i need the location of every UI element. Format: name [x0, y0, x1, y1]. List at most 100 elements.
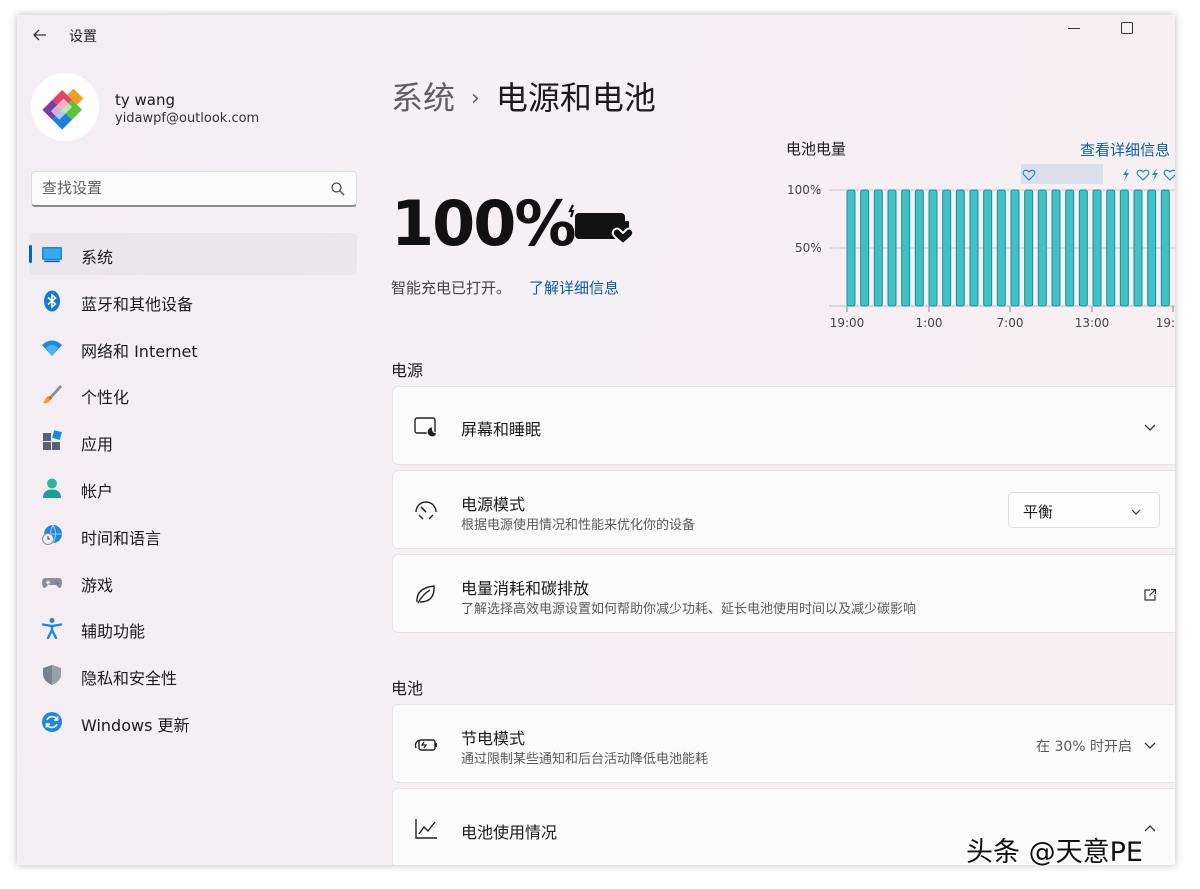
user-email: yidawpf@outlook.com [115, 111, 260, 126]
sidebar-item-label: 帐户 [81, 481, 114, 501]
chart-bar [1092, 189, 1102, 307]
sidebar-item-time-language[interactable]: 时间和语言 [29, 514, 357, 556]
y-tick-label: 100% [787, 183, 821, 197]
sidebar-item-label: 辅助功能 [81, 622, 146, 642]
search-box[interactable] [31, 171, 357, 207]
chart-bar [1051, 189, 1061, 307]
breadcrumb: 系统 › 电源和电池 [391, 73, 656, 119]
lightning-icon [1123, 168, 1129, 181]
sidebar-item-bluetooth[interactable]: 蓝牙和其他设备 [29, 280, 357, 322]
maximize-icon[interactable] [1117, 19, 1137, 39]
user-name: ty wang [115, 91, 176, 109]
avatar[interactable] [31, 73, 99, 141]
sidebar-item-gaming[interactable]: 游戏 [29, 561, 357, 603]
chart-bar [1078, 189, 1088, 307]
card-title: 电量消耗和碳排放 [461, 579, 590, 598]
chart-highlight-band [1021, 164, 1103, 184]
card-title: 电源模式 [461, 495, 526, 514]
dropdown-value: 平衡 [1023, 503, 1054, 521]
battery-percent: 100% [391, 187, 577, 260]
search-icon[interactable] [330, 181, 346, 197]
chart-bar [1119, 189, 1129, 307]
app-title: 设置 [69, 29, 97, 45]
chart-bar [846, 189, 856, 307]
chart-bar [1024, 189, 1034, 307]
screen-sleep-icon [413, 414, 439, 440]
sidebar-item-privacy[interactable]: 隐私和安全性 [29, 654, 357, 696]
arrow-left-icon[interactable] [29, 24, 51, 46]
battery-saver-icon [413, 732, 439, 758]
power-section-heading: 电源 [391, 361, 424, 380]
chart-bar [1010, 189, 1020, 307]
heart-icon [1136, 169, 1150, 181]
chart-bar [942, 189, 952, 307]
power-mode-gauge-icon [413, 498, 439, 524]
chart-bar [996, 189, 1006, 307]
sidebar-item-system[interactable]: 系统 [29, 233, 357, 275]
sidebar-item-label: 应用 [81, 435, 114, 455]
chart-bar [1037, 189, 1047, 307]
external-link-icon[interactable] [1143, 587, 1157, 601]
chart-bar [887, 189, 897, 307]
sidebar-item-accounts[interactable]: 帐户 [29, 467, 357, 509]
gamepad-icon [41, 571, 63, 593]
chart-bar [1147, 189, 1157, 307]
leaf-icon [413, 582, 439, 608]
chart-bar [969, 189, 979, 307]
account-icon [41, 477, 63, 499]
paintbrush-icon [41, 383, 63, 405]
chart-bar [1106, 189, 1116, 307]
sidebar-item-label: 游戏 [81, 575, 114, 595]
chevron-down-icon [1129, 504, 1143, 518]
page-title: 电源和电池 [495, 79, 656, 117]
chart-bar [1133, 189, 1143, 307]
power-mode-dropdown[interactable]: 平衡 [1008, 492, 1160, 528]
screen-sleep-card[interactable]: 屏幕和睡眠 [392, 386, 1175, 465]
sidebar-item-label: 蓝牙和其他设备 [81, 294, 194, 314]
sidebar-item-personalization[interactable]: 个性化 [29, 373, 357, 415]
bluetooth-icon [41, 290, 63, 312]
battery-charging-heart-icon [567, 201, 637, 251]
card-title: 屏幕和睡眠 [461, 420, 542, 439]
minimize-icon[interactable] [1065, 19, 1085, 39]
x-tick-label: 19:00 [1156, 316, 1175, 330]
sidebar-item-windows-update[interactable]: Windows 更新 [29, 701, 357, 743]
x-tick-label: 13:00 [1075, 316, 1110, 330]
chevron-down-icon[interactable] [1143, 419, 1157, 433]
card-title: 节电模式 [461, 729, 526, 748]
x-tick-label: 1:00 [916, 316, 943, 330]
chevron-up-icon[interactable] [1143, 821, 1157, 835]
chart-bar [1065, 189, 1075, 307]
breadcrumb-parent[interactable]: 系统 [391, 79, 455, 117]
energy-carbon-card[interactable]: 电量消耗和碳排放 了解选择高效电源设置如何帮助你减少功耗、延长电池使用时间以及减… [392, 554, 1175, 633]
sidebar-item-label: Windows 更新 [81, 715, 190, 735]
wifi-icon [41, 337, 63, 359]
sidebar-item-network[interactable]: 网络和 Internet [29, 327, 357, 369]
title-bar: 设置 [17, 15, 1175, 55]
shield-icon [41, 664, 63, 686]
accessibility-icon [41, 617, 63, 640]
x-tick-label: 7:00 [997, 316, 1024, 330]
chart-bar [928, 189, 938, 307]
x-tick-label: 19:00 [830, 316, 865, 330]
chart-bar [1160, 189, 1170, 307]
watermark: 头条 @天意PE [966, 837, 1143, 868]
settings-window: 设置 ty wang yidawpf@outlook.com 查找设置 系统 蓝… [17, 15, 1175, 865]
sidebar-item-label: 系统 [81, 248, 114, 267]
sidebar-item-apps[interactable]: 应用 [29, 420, 357, 462]
battery-section-heading: 电池 [391, 679, 424, 698]
heart-icon [1163, 169, 1175, 181]
battery-saver-card[interactable]: 节电模式 通过限制某些通知和后台活动降低电池能耗 在 30% 时开启 [392, 704, 1175, 783]
learn-more-link[interactable]: 了解详细信息 [529, 277, 619, 298]
view-details-link[interactable]: 查看详细信息 [1080, 139, 1170, 160]
chart-bar [901, 189, 911, 307]
windows-update-icon [41, 711, 63, 733]
system-display-icon [41, 243, 63, 265]
chart-title: 电池电量 [786, 140, 847, 158]
search-input[interactable] [42, 179, 302, 197]
battery-saver-status: 在 30% 时开启 [1036, 739, 1133, 755]
chevron-down-icon[interactable] [1143, 737, 1157, 751]
sidebar-item-accessibility[interactable]: 辅助功能 [29, 607, 357, 649]
card-description: 通过限制某些通知和后台活动降低电池能耗 [461, 752, 709, 767]
y-tick-label: 50% [795, 241, 822, 255]
